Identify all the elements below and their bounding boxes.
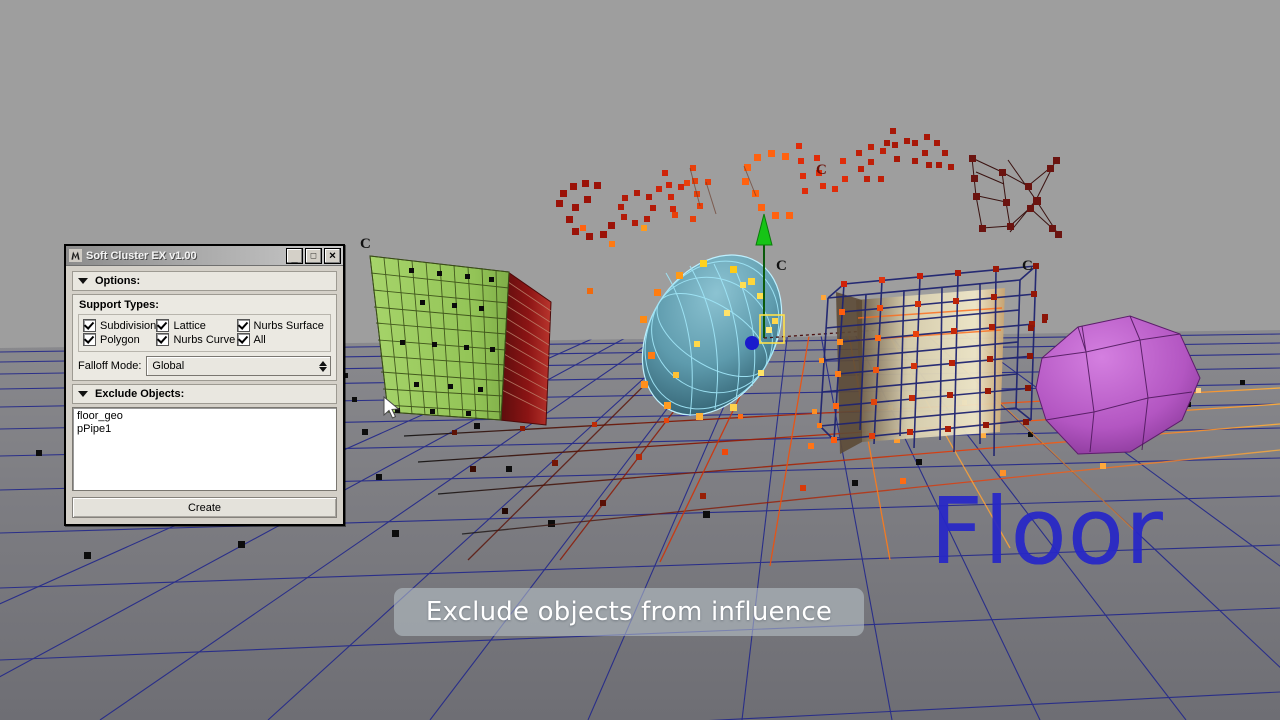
options-section-label: Options: [95,275,141,287]
checkbox-polygon-label: Polygon [100,333,140,346]
create-button-label: Create [187,501,222,514]
exclude-objects-section-header[interactable]: Exclude Objects: [72,384,337,404]
checkbox-all[interactable]: All [236,333,326,346]
polygon-sphere-object [1035,315,1201,455]
floor-3d-label: Floor [930,478,1164,585]
checkbox-lattice-box[interactable] [156,319,170,332]
maximize-button[interactable]: □ [305,247,322,264]
checkbox-subdivision[interactable]: Subdivision [83,319,156,332]
spinner-up-icon[interactable] [319,360,327,366]
checkbox-nurbs-surface[interactable]: Nurbs Surface [236,319,326,332]
checkbox-lattice[interactable]: Lattice [156,319,236,332]
cluster-label-subdiv: C [360,236,371,252]
falloff-mode-value: Global [152,360,185,372]
maximize-glyph: □ [310,250,317,260]
caption-text: Exclude objects from influence [425,597,833,627]
caption-banner: Exclude objects from influence [394,588,864,636]
checkbox-nurbs-curve-label: Nurbs Curve [173,333,236,346]
ex-3d-text [969,155,1062,238]
support-types-group: Support Types: Subdivision Lattice Nurbs… [72,294,337,381]
lattice-pipe-object [817,263,1039,457]
support-types-row-2: Polygon Nurbs Curve All [83,333,326,346]
list-item[interactable]: pPipe1 [77,423,332,436]
checkbox-subdivision-box[interactable] [83,319,96,332]
soft-cluster-3d-text [556,128,954,240]
options-section-header[interactable]: Options: [72,271,337,291]
minimize-button[interactable]: _ [286,247,303,265]
spinner-arrows-icon[interactable] [319,360,327,372]
cluster-label-lattice: C [1022,258,1033,274]
create-button[interactable]: Create [72,497,337,518]
checkbox-polygon[interactable]: Polygon [83,333,156,346]
checkbox-polygon-box[interactable] [83,333,96,346]
subdiv-plane-object [369,255,552,426]
checkbox-nurbs-curve[interactable]: Nurbs Curve [156,333,236,346]
falloff-mode-select[interactable]: Global [146,356,331,376]
screenshot-root: C C C C Floor Exclude objects from influ… [0,0,1280,720]
checkbox-nurbs-curve-box[interactable] [156,333,170,346]
checkbox-nurbs-surface-label: Nurbs Surface [253,319,324,332]
soft-cluster-ex-window[interactable]: Soft Cluster EX v1.00 _ □ ✕ Options: Sup… [64,244,345,526]
falloff-mode-row: Falloff Mode: Global [78,356,331,376]
window-title: Soft Cluster EX v1.00 [86,249,197,262]
dialog-body: Options: Support Types: Subdivision Latt… [66,266,343,524]
exclude-objects-section-label: Exclude Objects: [95,388,185,400]
list-item[interactable]: floor_geo [77,410,332,423]
checkbox-nurbs-surface-box[interactable] [236,319,250,332]
exclude-objects-list[interactable]: floor_geo pPipe1 [72,407,337,491]
cluster-label-sphere: C [776,258,787,274]
checkbox-all-box[interactable] [236,333,250,346]
triangle-down-icon [78,278,88,284]
minimize-glyph: _ [291,252,298,265]
spinner-down-icon[interactable] [319,366,327,372]
checkbox-lattice-label: Lattice [173,319,206,332]
cluster-label-text: C [816,162,827,178]
support-types-row-1: Subdivision Lattice Nurbs Surface [83,319,326,332]
checkbox-all-label: All [253,333,266,346]
window-titlebar[interactable]: Soft Cluster EX v1.00 _ □ ✕ [66,246,343,266]
maya-app-icon [69,249,82,262]
checkbox-subdivision-label: Subdivision [100,319,157,332]
support-types-checkbox-panel: Subdivision Lattice Nurbs Surface Polygo… [78,314,331,352]
triangle-down-icon-2 [78,391,88,397]
close-glyph: ✕ [328,250,337,260]
support-types-title: Support Types: [79,299,159,311]
window-buttons[interactable]: _ □ ✕ [286,247,341,265]
close-button[interactable]: ✕ [324,247,341,264]
falloff-mode-label: Falloff Mode: [78,360,142,372]
